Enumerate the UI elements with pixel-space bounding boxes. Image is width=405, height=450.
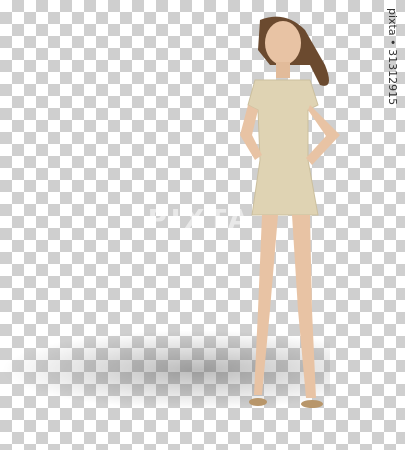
watermark: PIXTA	[147, 205, 253, 235]
left-leg	[254, 215, 278, 395]
stock-id-label: pixta • 31312915	[386, 8, 399, 106]
right-sandal	[301, 400, 323, 408]
dress	[247, 79, 319, 216]
neck	[276, 62, 290, 78]
left-sandal	[249, 398, 267, 406]
head	[265, 21, 301, 65]
transparent-checkerboard-background: PIXTA pixta • 31312915	[0, 0, 405, 450]
right-arm	[306, 105, 340, 165]
right-leg	[292, 215, 316, 398]
